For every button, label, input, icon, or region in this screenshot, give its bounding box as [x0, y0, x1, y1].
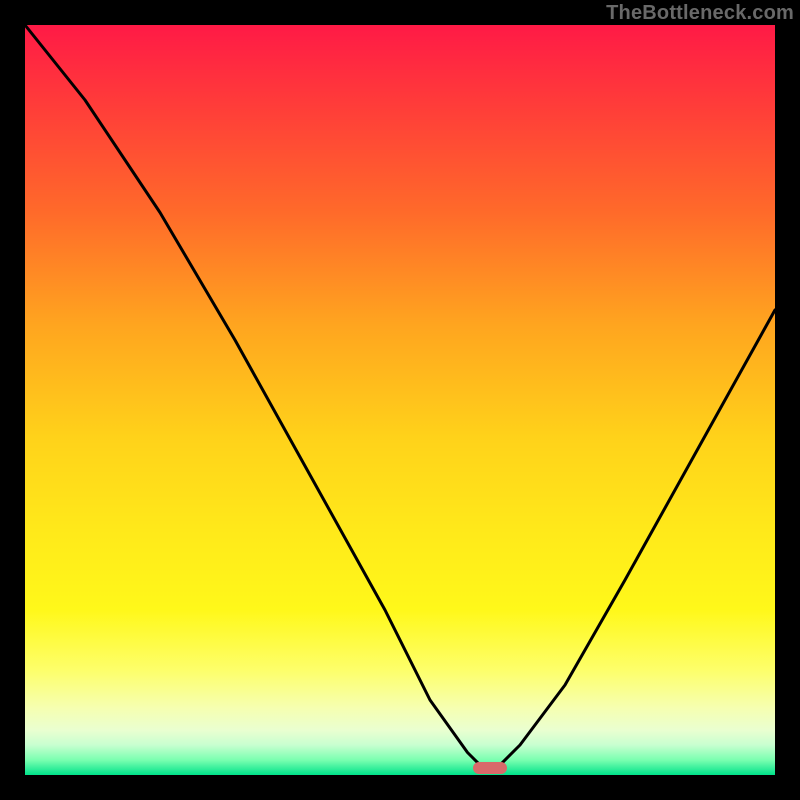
plot-area	[25, 25, 775, 775]
optimum-marker	[473, 762, 507, 774]
curve-svg	[25, 25, 775, 775]
bottleneck-chart: TheBottleneck.com	[0, 0, 800, 800]
bottleneck-curve	[25, 25, 775, 768]
watermark-text: TheBottleneck.com	[606, 2, 794, 25]
